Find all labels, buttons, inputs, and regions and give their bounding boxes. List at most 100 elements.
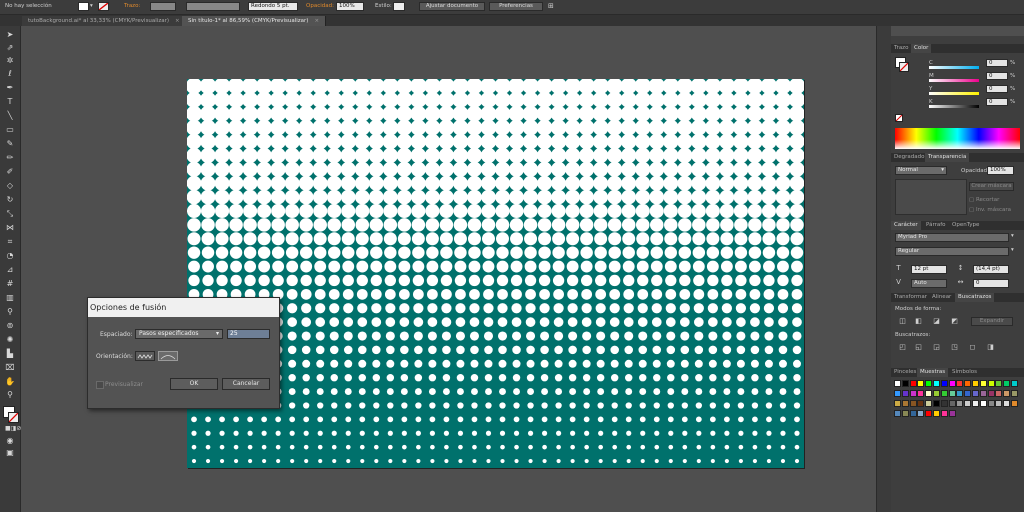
arrange-icon[interactable]: ⊞ bbox=[548, 2, 554, 10]
black-field[interactable]: 0 bbox=[986, 98, 1008, 106]
opacity-field[interactable]: 100% bbox=[336, 2, 364, 11]
cyan-slider[interactable] bbox=[929, 66, 979, 69]
font-family-select[interactable]: Myriad Pro bbox=[895, 233, 1009, 242]
swatch[interactable] bbox=[987, 400, 995, 407]
swatch[interactable] bbox=[901, 400, 909, 407]
magenta-slider[interactable] bbox=[929, 79, 979, 82]
pen-tool-icon[interactable]: ✒ bbox=[5, 83, 15, 93]
eraser-tool-icon[interactable]: ◇ bbox=[5, 181, 15, 191]
swatch[interactable] bbox=[933, 380, 940, 387]
swatch[interactable] bbox=[1011, 390, 1018, 397]
transparency-opacity-field[interactable]: 100% bbox=[987, 166, 1014, 175]
divide-icon[interactable]: ◰ bbox=[899, 344, 906, 351]
minus-front-icon[interactable]: ◧ bbox=[915, 318, 922, 325]
unite-icon[interactable]: ◫ bbox=[899, 318, 906, 325]
swatch[interactable] bbox=[948, 390, 956, 397]
swatch[interactable] bbox=[964, 390, 972, 397]
font-style-select[interactable]: Regular bbox=[895, 247, 1009, 256]
blend-mode-select[interactable]: Normal ▾ bbox=[895, 166, 947, 175]
swatch[interactable] bbox=[948, 410, 956, 417]
swatch[interactable] bbox=[948, 400, 956, 407]
swatch[interactable] bbox=[894, 390, 901, 397]
tab-color[interactable]: Color bbox=[911, 44, 932, 53]
close-icon[interactable]: × bbox=[175, 18, 180, 24]
swatch[interactable] bbox=[925, 410, 933, 417]
swatch[interactable] bbox=[964, 380, 972, 387]
artboard-tool-icon[interactable]: ⌧ bbox=[5, 363, 15, 373]
opacity-label[interactable]: Opacidad: bbox=[306, 3, 334, 9]
type-tool-icon[interactable]: T bbox=[5, 97, 15, 107]
preferences-button[interactable]: Preferencias bbox=[489, 2, 543, 11]
close-icon[interactable]: × bbox=[314, 18, 319, 24]
tab-swatches[interactable]: Muestras bbox=[917, 368, 949, 377]
width-tool-icon[interactable]: ⋈ bbox=[5, 223, 15, 233]
line-tool-icon[interactable]: ╲ bbox=[5, 111, 15, 121]
swatch[interactable] bbox=[987, 390, 995, 397]
trim-icon[interactable]: ◱ bbox=[915, 344, 922, 351]
scale-tool-icon[interactable]: ⤡ bbox=[5, 209, 15, 219]
variable-width-select[interactable] bbox=[186, 2, 240, 11]
swatch[interactable] bbox=[917, 390, 925, 397]
swatch[interactable] bbox=[995, 400, 1003, 407]
swatch[interactable] bbox=[940, 400, 948, 407]
blob-brush-tool-icon[interactable]: ✐ bbox=[5, 167, 15, 177]
swatch[interactable] bbox=[979, 390, 987, 397]
tab-stroke[interactable]: Trazo bbox=[891, 44, 911, 53]
black-slider[interactable] bbox=[929, 105, 979, 108]
tab-brushes[interactable]: Pinceles bbox=[891, 368, 919, 377]
shape-builder-tool-icon[interactable]: ◔ bbox=[5, 251, 15, 261]
make-mask-button[interactable]: Crear máscara bbox=[969, 182, 1014, 191]
tab-opentype[interactable]: OpenType bbox=[949, 221, 982, 230]
paintbrush-tool-icon[interactable]: ✎ bbox=[5, 139, 15, 149]
rectangle-tool-icon[interactable]: ▭ bbox=[5, 125, 15, 135]
align-to-path-button[interactable] bbox=[158, 351, 178, 361]
drawing-mode-icon[interactable]: ◉ bbox=[5, 436, 15, 446]
expand-button[interactable]: Expandir bbox=[971, 317, 1013, 326]
selection-tool-icon[interactable]: ➤ bbox=[5, 30, 15, 40]
font-size-field[interactable]: 12 pt bbox=[911, 265, 947, 274]
tab-paragraph[interactable]: Párrafo bbox=[923, 221, 949, 230]
crop-icon[interactable]: ◳ bbox=[951, 344, 958, 351]
invert-mask-checkbox-label[interactable]: ▢ Inv. máscara bbox=[969, 207, 1011, 213]
screen-mode-icon[interactable]: ▣ bbox=[5, 448, 15, 458]
eyedropper-tool-icon[interactable]: ⚲ bbox=[5, 307, 15, 317]
cyan-field[interactable]: 0 bbox=[986, 59, 1008, 67]
stroke-color-icon[interactable] bbox=[8, 412, 19, 423]
artboard[interactable] bbox=[187, 79, 804, 468]
intersect-icon[interactable]: ◪ bbox=[933, 318, 940, 325]
column-graph-tool-icon[interactable]: ▙ bbox=[5, 349, 15, 359]
swatch[interactable] bbox=[940, 390, 948, 397]
rotate-tool-icon[interactable]: ↻ bbox=[5, 195, 15, 205]
swatch[interactable] bbox=[1011, 400, 1018, 407]
swatch[interactable] bbox=[940, 380, 948, 387]
pencil-tool-icon[interactable]: ✏ bbox=[5, 153, 15, 163]
swatch[interactable] bbox=[972, 380, 979, 387]
swatch[interactable] bbox=[925, 390, 933, 397]
swatch[interactable] bbox=[956, 380, 964, 387]
none-color-icon[interactable] bbox=[895, 114, 903, 122]
magic-wand-tool-icon[interactable]: ✲ bbox=[5, 56, 15, 66]
swatch[interactable] bbox=[956, 390, 964, 397]
swatch[interactable] bbox=[925, 400, 933, 407]
fill-swatch[interactable] bbox=[78, 2, 89, 11]
cancel-button[interactable]: Cancelar bbox=[222, 378, 270, 390]
brush-select[interactable]: Redondo 5 pt. bbox=[248, 2, 298, 11]
swatch[interactable] bbox=[909, 390, 917, 397]
align-to-page-button[interactable] bbox=[135, 351, 155, 361]
swatch[interactable] bbox=[940, 410, 948, 417]
merge-icon[interactable]: ◲ bbox=[933, 344, 940, 351]
color-spectrum[interactable] bbox=[895, 128, 1020, 149]
swatch[interactable] bbox=[979, 380, 987, 387]
exclude-icon[interactable]: ◩ bbox=[951, 318, 958, 325]
swatch[interactable] bbox=[972, 400, 979, 407]
swatch[interactable] bbox=[901, 390, 909, 397]
swatch[interactable] bbox=[909, 410, 917, 417]
tracking-field[interactable]: 0 bbox=[973, 279, 1009, 288]
clip-checkbox-label[interactable]: ▢ Recortar bbox=[969, 197, 999, 203]
gradient-tool-icon[interactable]: ▥ bbox=[5, 293, 15, 303]
chevron-down-icon[interactable]: ▾ bbox=[1011, 233, 1014, 239]
color-mode-icons[interactable]: ■◨⊘ bbox=[5, 424, 21, 434]
symbol-sprayer-tool-icon[interactable]: ✺ bbox=[5, 335, 15, 345]
mesh-tool-icon[interactable]: # bbox=[5, 279, 15, 289]
swatch[interactable] bbox=[972, 390, 979, 397]
